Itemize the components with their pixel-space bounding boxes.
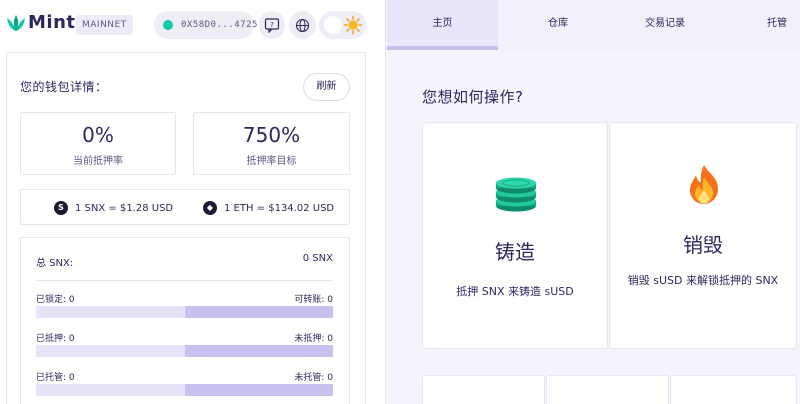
mint-title: 铸造	[495, 240, 535, 264]
action-card[interactable]	[422, 375, 545, 404]
divider	[36, 280, 333, 281]
snx-coin-icon: S	[54, 201, 68, 215]
locked-progress-bar	[36, 306, 333, 318]
tab-depot[interactable]: 仓库	[518, 0, 598, 50]
current-ratio-label: 当前抵押率	[73, 156, 123, 167]
tab-transactions[interactable]: 交易记录	[625, 0, 705, 50]
escrowed-label: 已托管: 0	[36, 373, 75, 383]
locked-progress-fill	[184, 306, 333, 318]
target-ratio-label: 抵押率目标	[246, 156, 297, 167]
target-ratio-value: 750%	[242, 123, 301, 147]
target-ratio-box: 750% 抵押率目标	[193, 112, 350, 175]
active-tab-indicator	[387, 46, 498, 50]
mint-description: 抵押 SNX 来铸造 sUSD	[456, 285, 574, 298]
total-snx-value: 0 SNX	[302, 253, 333, 264]
mint-card[interactable]: 铸造 抵押 SNX 来铸造 sUSD	[422, 122, 608, 349]
burn-description: 销毁 sUSD 来解锁抵押的 SNX	[627, 274, 779, 287]
total-snx-label: 总 SNX:	[36, 258, 74, 269]
wallet-details-title: 您的钱包详情：	[20, 80, 108, 94]
sun-icon	[343, 15, 363, 35]
staked-progress-bar	[36, 345, 333, 357]
tab-bar: 主页 仓库 交易记录 托管	[387, 0, 800, 50]
toggle-knob	[324, 16, 342, 34]
eth-coin-icon: ◆	[203, 201, 217, 215]
globe-icon	[295, 18, 310, 32]
staked-progress-fill	[184, 345, 333, 357]
escrowed-progress-fill	[184, 384, 333, 396]
svg-text:?: ?	[270, 21, 274, 29]
wallet-panel: Mintr MAINNET 0X58D0...4725 ? 您的钱包详情： 刷新…	[0, 0, 386, 404]
coins-icon	[496, 177, 536, 212]
wallet-address-button[interactable]: 0X58D0...4725	[154, 11, 257, 39]
burn-card[interactable]: 销毁 销毁 sUSD 来解锁抵押的 SNX	[609, 122, 797, 349]
action-card[interactable]	[546, 375, 669, 404]
price-box: S 1 SNX = $1.28 USD ◆ 1 ETH = $134.02 US…	[20, 189, 350, 225]
eth-price: ◆ 1 ETH = $134.02 USD	[203, 200, 334, 216]
snx-price: S 1 SNX = $1.28 USD	[54, 200, 173, 216]
mintr-logo-icon	[7, 15, 25, 31]
fire-icon	[690, 165, 718, 204]
tab-home[interactable]: 主页	[387, 0, 498, 50]
network-badge: MAINNET	[76, 15, 133, 35]
help-icon: ?	[264, 17, 280, 33]
language-button[interactable]	[289, 11, 316, 39]
theme-toggle[interactable]	[319, 11, 366, 39]
help-button[interactable]: ?	[259, 11, 285, 39]
action-card[interactable]	[670, 375, 797, 404]
burn-title: 销毁	[683, 233, 723, 257]
tab-home-label: 主页	[432, 18, 453, 29]
unescrowed-label: 未托管: 0	[294, 373, 333, 383]
locked-label: 已锁定: 0	[36, 295, 75, 305]
current-ratio-box: 0% 当前抵押率	[20, 112, 176, 175]
wallet-address: 0X58D0...4725	[181, 20, 258, 30]
refresh-button[interactable]: 刷新	[303, 73, 350, 101]
escrowed-progress-bar	[36, 384, 333, 396]
top-bar: Mintr MAINNET 0X58D0...4725 ?	[0, 0, 385, 52]
connected-status-icon	[163, 20, 173, 30]
eth-price-text: 1 ETH = $134.02 USD	[224, 202, 335, 214]
unstaked-label: 未抵押: 0	[294, 334, 333, 344]
current-ratio-value: 0%	[82, 123, 114, 147]
transferable-label: 可转账: 0	[294, 295, 333, 305]
tab-escrow[interactable]: 托管	[757, 0, 797, 50]
staked-label: 已抵押: 0	[36, 334, 75, 344]
main-panel: 主页 仓库 交易记录 托管 您想如何操作? 铸造 抵押 SNX 来铸造 sUSD	[387, 0, 800, 404]
action-question: 您想如何操作?	[422, 88, 524, 106]
snx-price-text: 1 SNX = $1.28 USD	[75, 202, 174, 214]
